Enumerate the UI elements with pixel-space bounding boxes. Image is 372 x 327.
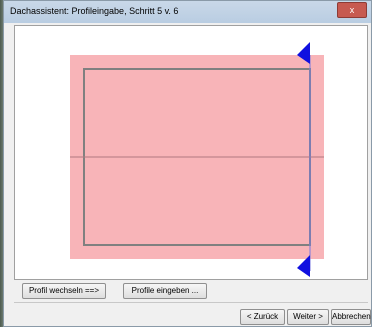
profile-switch-button[interactable]: Profil wechseln ==> xyxy=(22,283,106,299)
cancel-button[interactable]: Abbrechen xyxy=(331,309,371,325)
close-button[interactable]: x xyxy=(337,2,367,18)
button-separator xyxy=(14,302,368,303)
roof-assistant-dialog: Dachassistent: Profileingabe, Schritt 5 … xyxy=(3,0,372,327)
roof-profile-canvas[interactable] xyxy=(14,25,368,280)
window-title: Dachassistent: Profileingabe, Schritt 5 … xyxy=(10,6,179,16)
title-bar[interactable]: Dachassistent: Profileingabe, Schritt 5 … xyxy=(4,1,371,23)
next-button[interactable]: Weiter > xyxy=(287,309,329,325)
roof-profile-drawing xyxy=(70,42,324,277)
profile-enter-button[interactable]: Profile eingeben ... xyxy=(123,283,207,299)
back-button[interactable]: < Zurück xyxy=(240,309,285,325)
